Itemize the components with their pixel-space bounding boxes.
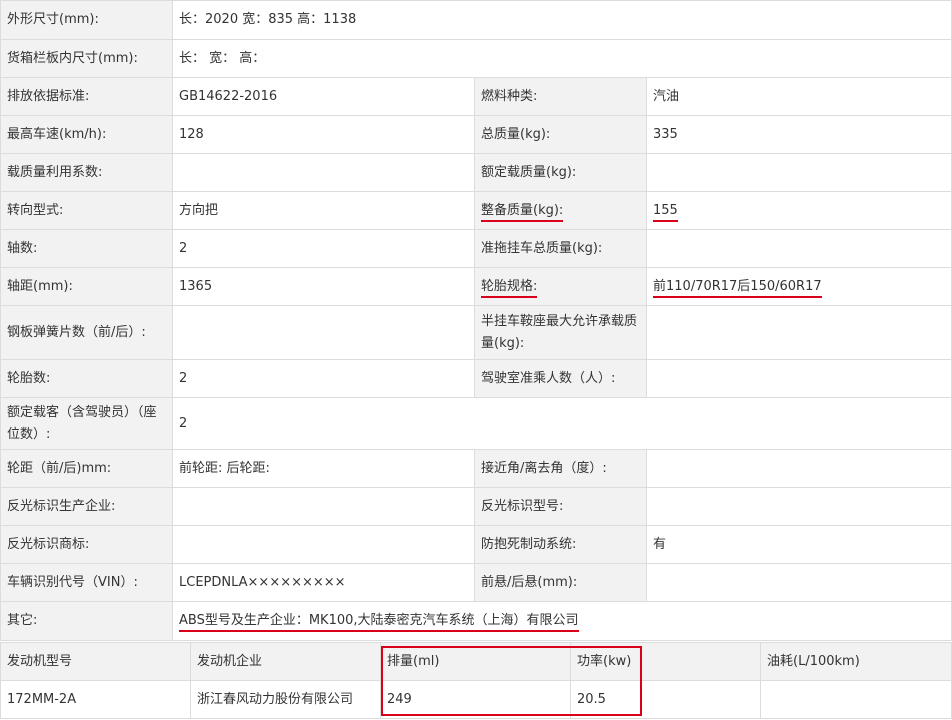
table-row: 转向型式: 方向把 整备质量(kg): 155 [0,191,952,230]
speed-value: 128 [172,115,475,154]
tires-count-value: 2 [172,359,475,398]
engine-model-header: 发动机型号 [0,642,191,681]
refl-brand-value [172,525,475,564]
table-row: 反光标识商标: 防抱死制动系统: 有 [0,525,952,564]
passengers-value: 2 [171,397,952,450]
abs-label: 防抱死制动系统: [474,525,647,564]
trailer-mass-label: 准拖挂车总质量(kg): [474,229,647,268]
refl-brand-label: 反光标识商标: [0,525,173,564]
load-coef-label: 载质量利用系数: [0,153,173,192]
engine-table: 发动机型号 发动机企业 排量(ml) 功率(kw) 油耗(L/100km) 17… [0,642,952,719]
table-row: 其它: ABS型号及生产企业：MK100,大陆泰密克汽车系统（上海）有限公司 [0,601,952,641]
dims-value: 长：2020 宽：835 高：1138 [171,0,952,40]
table-row: 车辆识别代号（VIN）: LCEPDNLA××××××××× 前悬/后悬(mm)… [0,563,952,602]
other-value: ABS型号及生产企业：MK100,大陆泰密克汽车系统（上海）有限公司 [179,613,579,632]
curb-mass-value: 155 [653,202,678,222]
emission-value: GB14622-2016 [172,77,475,116]
springs-value [172,305,475,360]
refl-maker-label: 反光标识生产企业: [0,487,173,526]
refl-model-label: 反光标识型号: [474,487,647,526]
overhang-value [645,563,952,602]
refl-model-value [645,487,952,526]
engine-model-value: 172MM-2A [0,680,191,719]
steering-label: 转向型式: [0,191,173,230]
trailer-mass-value [645,229,952,268]
curb-mass-value-cell: 155 [645,191,952,230]
table-row: 货箱栏板内尺寸(mm): 长： 宽： 高： [0,39,952,78]
power-value: 20.5 [570,680,761,719]
angle-label: 接近角/离去角（度）: [474,449,647,488]
refl-maker-value [172,487,475,526]
table-row: 排放依据标准: GB14622-2016 燃料种类: 汽油 [0,77,952,116]
axles-value: 2 [172,229,475,268]
passengers-label: 额定载客（含驾驶员）（座位数）: [0,397,173,450]
angle-value [645,449,952,488]
speed-label: 最高车速(km/h): [0,115,173,154]
cargo-label: 货箱栏板内尺寸(mm): [0,39,173,78]
vin-value: LCEPDNLA××××××××× [172,563,475,602]
curb-mass-label-cell: 整备质量(kg): [474,191,647,230]
vin-label: 车辆识别代号（VIN）: [0,563,173,602]
cab-value [645,359,952,398]
other-label: 其它: [0,601,173,641]
steering-value: 方向把 [172,191,475,230]
wheelbase-label: 轴距(mm): [0,267,173,306]
table-row: 轮距（前/后)mm: 前轮距: 后轮距: 接近角/离去角（度）: [0,449,952,488]
fuel-consumption-header: 油耗(L/100km) [760,642,952,681]
power-header: 功率(kw) [570,642,761,681]
load-coef-value [172,153,475,192]
tire-label: 轮胎规格: [481,278,538,298]
table-row: 轴数: 2 准拖挂车总质量(kg): [0,229,952,268]
abs-value: 有 [645,525,952,564]
fuel-value: 汽油 [645,77,952,116]
springs-label: 钢板弹簧片数（前/后）: [0,305,173,360]
engine-maker-value: 浙江春风动力股份有限公司 [190,680,381,719]
table-row: 额定载客（含驾驶员）（座位数）: 2 [0,397,952,450]
other-value-cell: ABS型号及生产企业：MK100,大陆泰密克汽车系统（上海）有限公司 [171,601,952,641]
emission-label: 排放依据标准: [0,77,173,116]
rated-load-label: 额定载质量(kg): [474,153,647,192]
track-label: 轮距（前/后)mm: [0,449,173,488]
displacement-value: 249 [380,680,571,719]
table-row: 发动机型号 发动机企业 排量(ml) 功率(kw) 油耗(L/100km) [0,642,952,681]
dims-label: 外形尺寸(mm): [0,0,173,40]
tire-value-cell: 前110/70R17后150/60R17 [645,267,952,306]
total-mass-value: 335 [645,115,952,154]
tire-value: 前110/70R17后150/60R17 [653,278,822,298]
overhang-label: 前悬/后悬(mm): [474,563,647,602]
tires-count-label: 轮胎数: [0,359,173,398]
table-row: 反光标识生产企业: 反光标识型号: [0,487,952,526]
tire-label-cell: 轮胎规格: [474,267,647,306]
table-row: 载质量利用系数: 额定载质量(kg): [0,153,952,192]
table-row: 最高车速(km/h): 128 总质量(kg): 335 [0,115,952,154]
table-row: 172MM-2A 浙江春风动力股份有限公司 249 20.5 [0,680,952,719]
rated-load-value [645,153,952,192]
cargo-value: 长： 宽： 高： [171,39,952,78]
saddle-label: 半挂车鞍座最大允许承载质量(kg): [474,305,647,360]
total-mass-label: 总质量(kg): [474,115,647,154]
table-row: 钢板弹簧片数（前/后）: 半挂车鞍座最大允许承载质量(kg): [0,305,952,360]
axles-label: 轴数: [0,229,173,268]
table-row: 外形尺寸(mm): 长：2020 宽：835 高：1138 [0,0,952,40]
fuel-consumption-value [760,680,952,719]
saddle-value [645,305,952,360]
wheelbase-value: 1365 [172,267,475,306]
curb-mass-label: 整备质量(kg): [481,202,564,222]
table-row: 轴距(mm): 1365 轮胎规格: 前110/70R17后150/60R17 [0,267,952,306]
track-value: 前轮距: 后轮距: [172,449,475,488]
engine-maker-header: 发动机企业 [190,642,381,681]
displacement-header: 排量(ml) [380,642,571,681]
table-row: 轮胎数: 2 驾驶室准乘人数（人）: [0,359,952,398]
spec-table: 外形尺寸(mm): 长：2020 宽：835 高：1138 货箱栏板内尺寸(mm… [0,0,952,641]
cab-label: 驾驶室准乘人数（人）: [474,359,647,398]
fuel-label: 燃料种类: [474,77,647,116]
